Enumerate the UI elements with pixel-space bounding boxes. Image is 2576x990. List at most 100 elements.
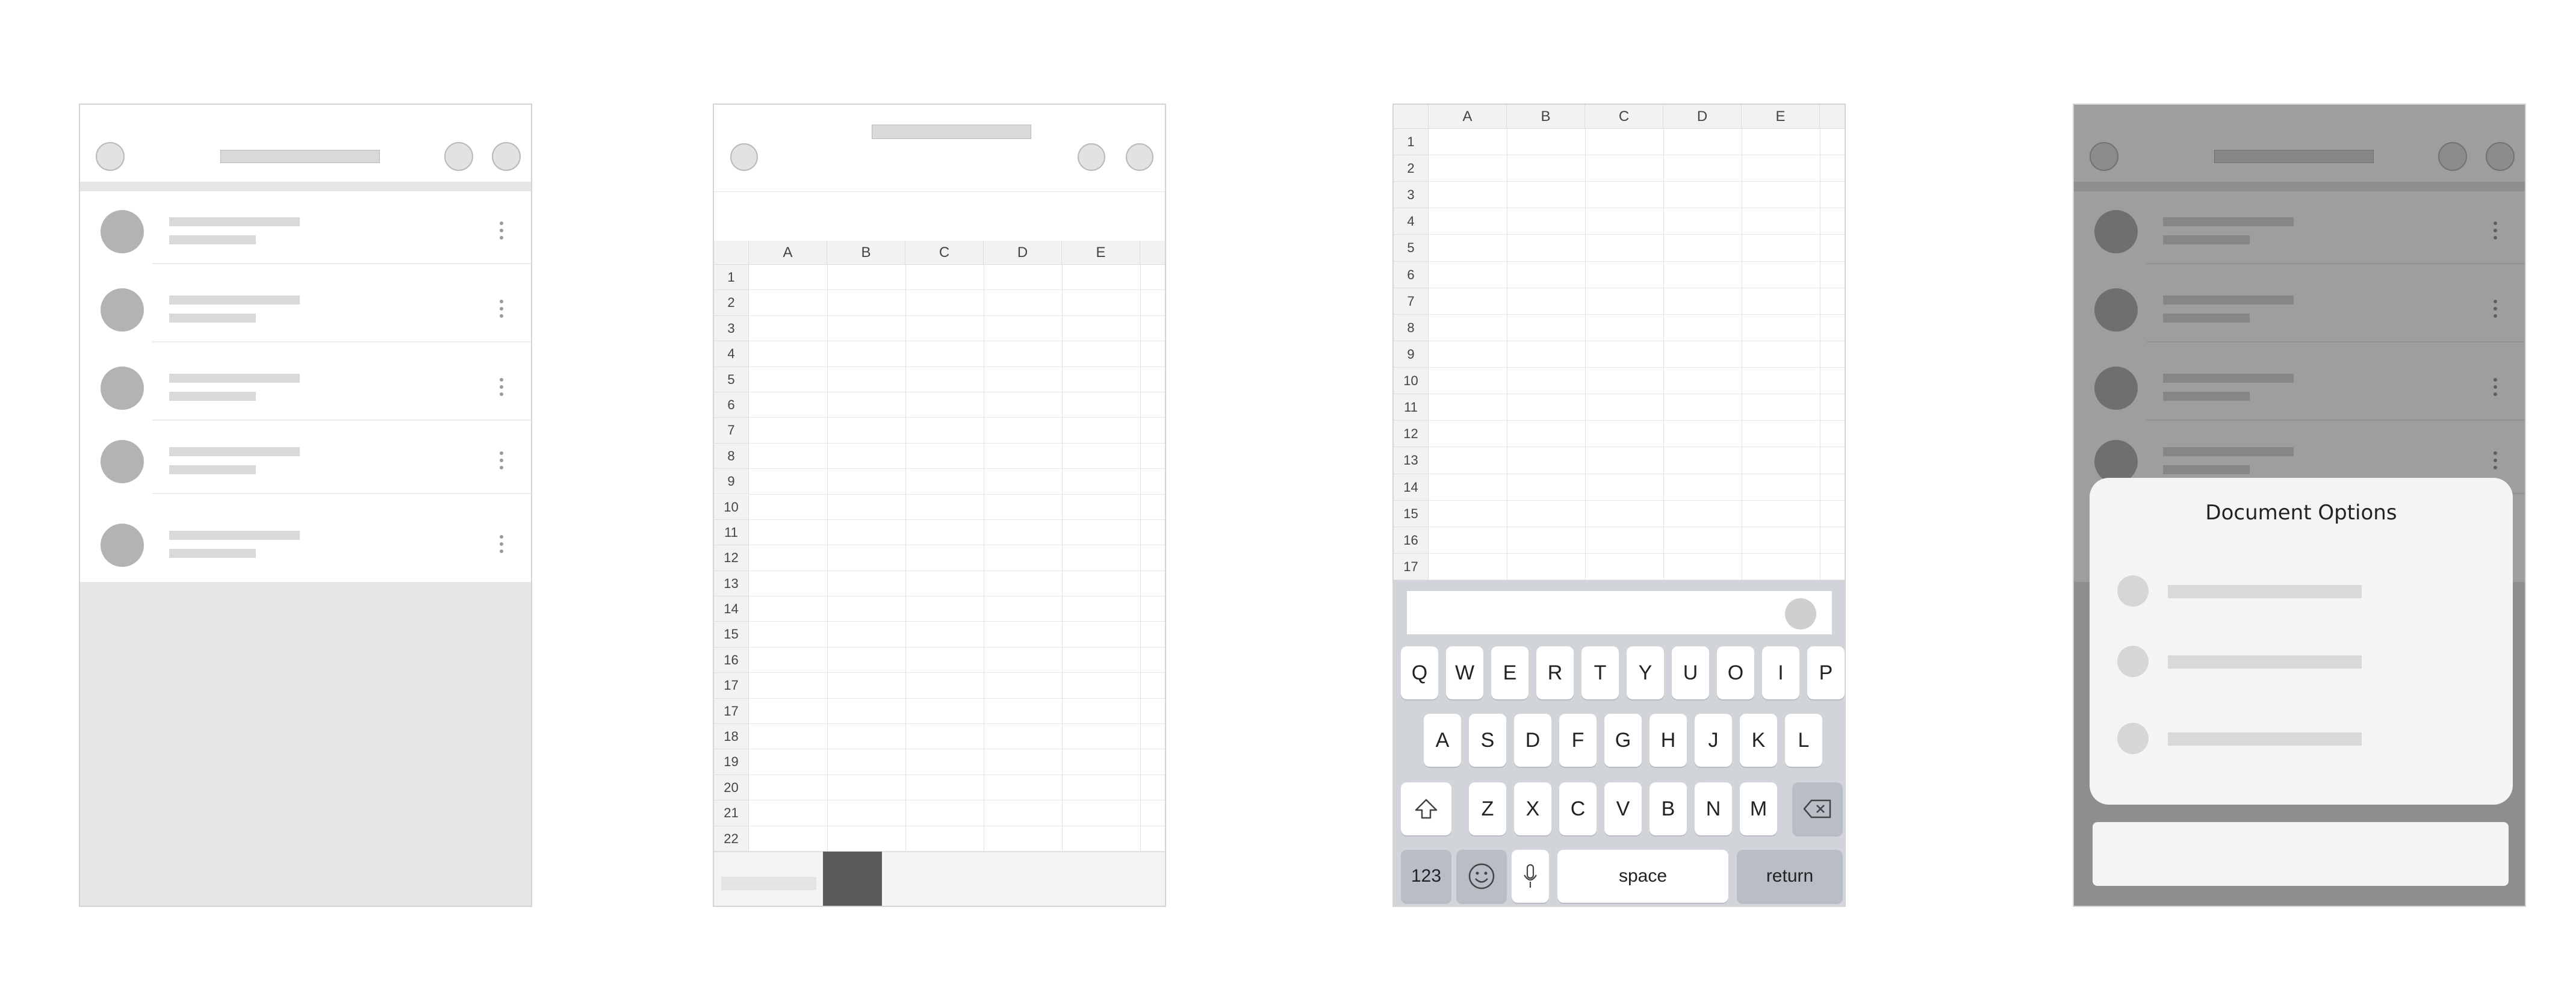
key-o[interactable]: O	[1717, 646, 1754, 699]
row-header[interactable]: 7	[1394, 288, 1429, 315]
kebab-menu-icon[interactable]	[500, 300, 503, 321]
key-i[interactable]: I	[1762, 646, 1799, 699]
row-header[interactable]: 4	[1394, 208, 1429, 235]
key-d[interactable]: D	[1514, 714, 1551, 767]
row-header[interactable]: 5	[714, 367, 749, 392]
column-header[interactable]: E	[1062, 241, 1140, 265]
key-b[interactable]: B	[1650, 782, 1687, 835]
key-p[interactable]: P	[1807, 646, 1845, 699]
row-header[interactable]: 9	[1394, 341, 1429, 368]
column-header-partial[interactable]	[1820, 105, 1845, 129]
key-u[interactable]: U	[1672, 646, 1709, 699]
shift-key[interactable]	[1401, 782, 1451, 835]
menu-button[interactable]	[96, 142, 125, 171]
row-header[interactable]: 15	[1394, 500, 1429, 527]
microphone-key[interactable]	[1512, 850, 1549, 903]
row-header[interactable]: 5	[1394, 235, 1429, 262]
row-header[interactable]: 18	[714, 724, 749, 750]
row-header[interactable]: 21	[714, 800, 749, 826]
option-item-2[interactable]	[2090, 645, 2513, 678]
row-header[interactable]: 17	[714, 673, 749, 699]
row-header[interactable]: 19	[714, 749, 749, 775]
key-s[interactable]: S	[1469, 714, 1506, 767]
column-header[interactable]: A	[1429, 105, 1507, 129]
option-item-3[interactable]	[2090, 722, 2513, 755]
list-item[interactable]	[80, 500, 531, 577]
row-header[interactable]: 4	[714, 341, 749, 367]
column-header[interactable]: C	[1585, 105, 1663, 129]
row-header[interactable]: 22	[714, 826, 749, 852]
row-header[interactable]: 1	[714, 265, 749, 291]
key-j[interactable]: J	[1695, 714, 1732, 767]
column-header[interactable]: C	[905, 241, 984, 265]
key-v[interactable]: V	[1604, 782, 1642, 835]
kebab-menu-icon[interactable]	[500, 378, 503, 400]
key-h[interactable]: H	[1650, 714, 1687, 767]
row-header[interactable]: 11	[714, 519, 749, 546]
input-action-button[interactable]	[1785, 598, 1816, 630]
key-x[interactable]: X	[1514, 782, 1551, 835]
column-header[interactable]: D	[984, 241, 1062, 265]
key-t[interactable]: T	[1581, 646, 1619, 699]
space-key[interactable]: space	[1557, 850, 1728, 903]
column-header[interactable]: D	[1663, 105, 1742, 129]
back-button[interactable]	[730, 143, 758, 171]
corner-cell[interactable]	[1394, 105, 1429, 129]
list-item[interactable]	[80, 186, 531, 263]
numbers-key[interactable]: 123	[1401, 850, 1451, 903]
list-item[interactable]	[80, 342, 531, 419]
row-header[interactable]: 13	[714, 571, 749, 597]
sheet-tab-placeholder[interactable]	[721, 877, 816, 890]
option-item-1[interactable]	[2090, 574, 2513, 608]
row-header[interactable]: 8	[1394, 314, 1429, 341]
column-header[interactable]: E	[1742, 105, 1820, 129]
more-button[interactable]	[492, 142, 521, 171]
row-header[interactable]: 16	[1394, 527, 1429, 554]
row-header[interactable]: 16	[714, 647, 749, 673]
key-z[interactable]: Z	[1469, 782, 1506, 835]
key-m[interactable]: M	[1740, 782, 1777, 835]
row-header[interactable]: 14	[714, 596, 749, 622]
row-header[interactable]: 17	[714, 698, 749, 724]
key-l[interactable]: L	[1785, 714, 1822, 767]
active-sheet-tab[interactable]	[823, 852, 882, 906]
emoji-key[interactable]	[1456, 850, 1507, 903]
cancel-button[interactable]	[2093, 822, 2509, 886]
row-header[interactable]: 6	[1394, 261, 1429, 288]
kebab-menu-icon[interactable]	[500, 535, 503, 557]
row-header[interactable]: 12	[714, 545, 749, 571]
row-header[interactable]: 13	[1394, 447, 1429, 474]
list-item[interactable]	[80, 416, 531, 493]
column-header-partial[interactable]	[1140, 241, 1165, 265]
key-g[interactable]: G	[1604, 714, 1642, 767]
backspace-key[interactable]	[1792, 782, 1843, 835]
row-header[interactable]: 8	[714, 443, 749, 469]
key-w[interactable]: W	[1446, 646, 1483, 699]
row-header[interactable]: 9	[714, 469, 749, 495]
row-header[interactable]: 2	[714, 290, 749, 316]
cell-input-field[interactable]	[1407, 591, 1832, 634]
row-header[interactable]: 7	[714, 418, 749, 444]
kebab-menu-icon[interactable]	[500, 221, 503, 243]
row-header[interactable]: 6	[714, 392, 749, 418]
row-header[interactable]: 14	[1394, 474, 1429, 501]
spreadsheet-grid[interactable]: A B C D E 1 2 3 4 5 6 7 8 9 10 11 12 13 14 15 16 17	[1394, 105, 1845, 581]
column-header[interactable]: B	[827, 241, 905, 265]
row-header[interactable]: 10	[714, 494, 749, 520]
key-k[interactable]: K	[1740, 714, 1777, 767]
key-a[interactable]: A	[1424, 714, 1461, 767]
key-e[interactable]: E	[1491, 646, 1529, 699]
row-header[interactable]: 10	[1394, 368, 1429, 395]
key-r[interactable]: R	[1536, 646, 1574, 699]
more-button[interactable]	[1126, 143, 1153, 171]
column-header[interactable]: B	[1507, 105, 1585, 129]
row-header[interactable]: 11	[1394, 394, 1429, 421]
key-q[interactable]: Q	[1401, 646, 1438, 699]
key-y[interactable]: Y	[1627, 646, 1664, 699]
list-item[interactable]	[80, 264, 531, 341]
share-button[interactable]	[1078, 143, 1105, 171]
search-button[interactable]	[444, 142, 473, 171]
column-header[interactable]: A	[749, 241, 827, 265]
row-header[interactable]: 15	[714, 622, 749, 648]
row-header[interactable]: 3	[714, 315, 749, 342]
